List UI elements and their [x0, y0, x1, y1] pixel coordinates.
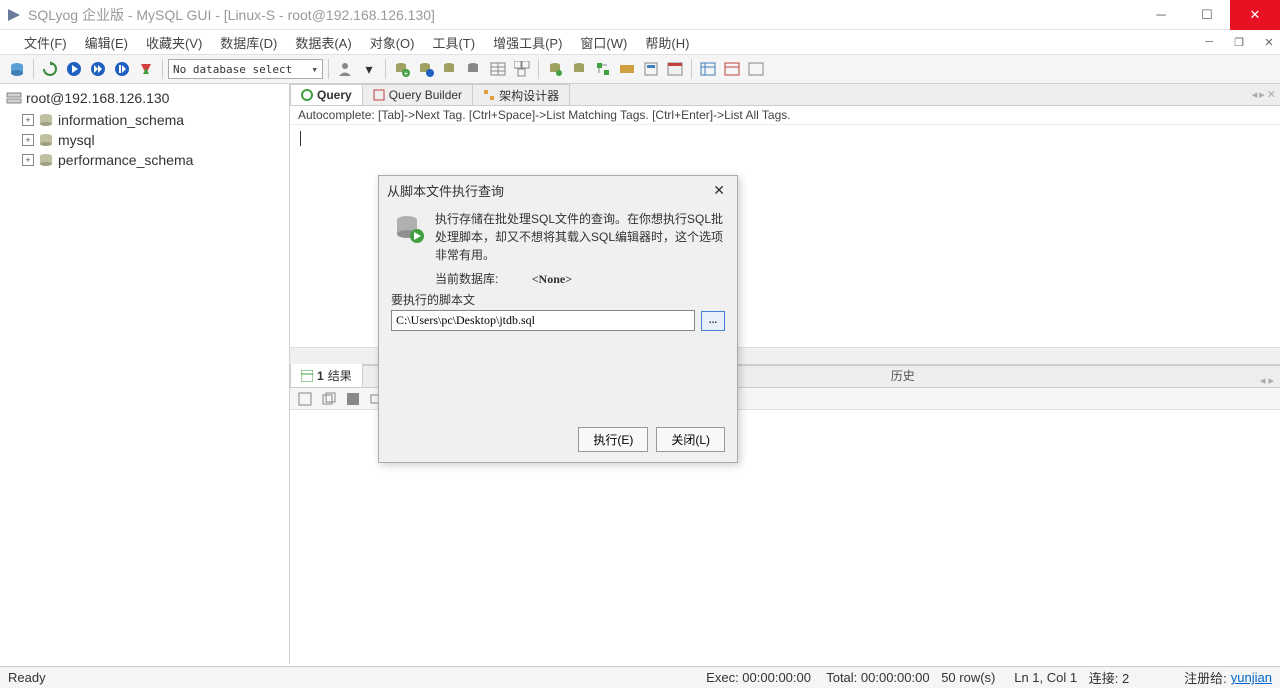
registered-user-link[interactable]: yunjian: [1231, 670, 1272, 685]
menu-object[interactable]: 对象(O): [366, 31, 419, 54]
database-selector[interactable]: No database select: [168, 59, 323, 79]
menu-file[interactable]: 文件(F): [20, 31, 71, 54]
format-icon[interactable]: [135, 58, 157, 80]
close-button[interactable]: ✕: [1230, 0, 1280, 30]
grid3-icon[interactable]: [745, 58, 767, 80]
query-tab-icon: [301, 89, 313, 101]
table-icon[interactable]: [487, 58, 509, 80]
browse-button[interactable]: ...: [701, 311, 725, 331]
scroll-left-icon[interactable]: ◂: [294, 352, 300, 363]
db-add-icon[interactable]: +: [391, 58, 413, 80]
menu-edit[interactable]: 编辑(E): [81, 31, 132, 54]
tab-close-icon[interactable]: ✕: [1267, 88, 1276, 101]
schedule-icon[interactable]: [664, 58, 686, 80]
database-icon: [38, 133, 54, 147]
svg-text:+: +: [404, 69, 409, 77]
grid2-icon[interactable]: [721, 58, 743, 80]
dialog-title: 从脚本文件执行查询: [387, 181, 504, 200]
database-icon: [38, 153, 54, 167]
tab-prev-icon[interactable]: ◂: [1252, 88, 1258, 101]
tab-query[interactable]: Query: [290, 84, 363, 105]
current-db-label: 当前数据库:: [435, 272, 498, 286]
status-cursor: Ln 1, Col 1: [1014, 670, 1077, 685]
db-refresh-icon[interactable]: [415, 58, 437, 80]
close-dialog-button[interactable]: 关闭(L): [656, 427, 725, 452]
db-item[interactable]: information_schema: [58, 112, 184, 128]
dialog-description: 执行存储在批处理SQL文件的查询。在你想执行SQL批处理脚本，却又不想将其载入S…: [435, 210, 725, 264]
registered-to-label: 注册给:: [1184, 668, 1227, 687]
current-db-value: <None>: [532, 272, 572, 286]
user-icon[interactable]: [334, 58, 356, 80]
grid-icon[interactable]: [697, 58, 719, 80]
db-item[interactable]: mysql: [58, 132, 95, 148]
execute-explain-icon[interactable]: [111, 58, 133, 80]
status-rows: 50 row(s): [941, 670, 995, 685]
backup-icon[interactable]: [640, 58, 662, 80]
autocomplete-hint: Autocomplete: [Tab]->Next Tag. [Ctrl+Spa…: [290, 106, 1280, 125]
menu-table[interactable]: 数据表(A): [291, 31, 355, 54]
mdi-close-button[interactable]: ✕: [1260, 33, 1278, 51]
status-ready: Ready: [8, 670, 46, 685]
data-sync-icon[interactable]: [616, 58, 638, 80]
db-compare-icon[interactable]: [568, 58, 590, 80]
status-connections: 连接: 2: [1089, 668, 1129, 687]
multi-table-icon[interactable]: [511, 58, 533, 80]
window-title: SQLyog 企业版 - MySQL GUI - [Linux-S - root…: [28, 5, 435, 25]
result-tab-icon: [301, 370, 313, 382]
server-icon: [6, 91, 22, 105]
execute-icon[interactable]: [63, 58, 85, 80]
structure-sync-icon[interactable]: [592, 58, 614, 80]
db-export-icon[interactable]: [439, 58, 461, 80]
new-connection-icon[interactable]: [6, 58, 28, 80]
db-item[interactable]: performance_schema: [58, 152, 193, 168]
execute-script-dialog: 从脚本文件执行查询 ✕ 执行存储在批处理SQL文件的查询。在你想执行SQL批处理…: [378, 175, 738, 463]
ltab-prev-icon[interactable]: ◂: [1260, 375, 1266, 387]
expand-icon[interactable]: +: [22, 114, 34, 126]
menu-database[interactable]: 数据库(D): [216, 31, 281, 54]
designer-tab-icon: [483, 89, 495, 101]
menu-tools[interactable]: 工具(T): [428, 31, 479, 54]
connection-root[interactable]: root@192.168.126.130: [26, 90, 169, 106]
script-path-input[interactable]: [391, 310, 695, 331]
tab-query-builder[interactable]: Query Builder: [362, 84, 473, 105]
menu-advanced[interactable]: 增强工具(P): [489, 31, 566, 54]
object-browser[interactable]: root@192.168.126.130 + information_schem…: [0, 84, 290, 664]
execute-all-icon[interactable]: [87, 58, 109, 80]
db-import-icon[interactable]: [463, 58, 485, 80]
refresh-icon[interactable]: [39, 58, 61, 80]
tab-history[interactable]: 历史: [883, 364, 923, 387]
execute-button[interactable]: 执行(E): [578, 427, 648, 452]
dialog-close-icon[interactable]: ✕: [709, 182, 729, 199]
minimize-button[interactable]: ─: [1138, 0, 1184, 30]
app-logo-icon: [6, 7, 22, 23]
script-run-icon: [391, 210, 427, 246]
result-copy-icon[interactable]: [320, 390, 338, 408]
menu-help[interactable]: 帮助(H): [641, 31, 693, 54]
result-export-icon[interactable]: [296, 390, 314, 408]
tab-result-1[interactable]: 1 结果: [290, 363, 363, 387]
db-sync-icon[interactable]: [544, 58, 566, 80]
tab-next-icon[interactable]: ▸: [1259, 88, 1265, 101]
database-icon: [38, 113, 54, 127]
expand-icon[interactable]: +: [22, 154, 34, 166]
ltab-next-icon[interactable]: ▸: [1268, 375, 1274, 387]
maximize-button[interactable]: ☐: [1184, 0, 1230, 30]
mdi-minimize-button[interactable]: ─: [1200, 33, 1218, 51]
tab-schema-designer[interactable]: 架构设计器: [472, 84, 570, 105]
expand-icon[interactable]: +: [22, 134, 34, 146]
user-edit-icon[interactable]: ▾: [358, 58, 380, 80]
menu-favorites[interactable]: 收藏夹(V): [142, 31, 206, 54]
script-file-label: 要执行的脚本文: [391, 291, 725, 308]
status-total-time: Total: 00:00:00:00: [826, 670, 929, 685]
builder-tab-icon: [373, 89, 385, 101]
status-exec-time: Exec: 00:00:00:00: [706, 670, 811, 685]
result-save-icon[interactable]: [344, 390, 362, 408]
mdi-restore-button[interactable]: ❐: [1230, 33, 1248, 51]
menu-window[interactable]: 窗口(W): [576, 31, 631, 54]
